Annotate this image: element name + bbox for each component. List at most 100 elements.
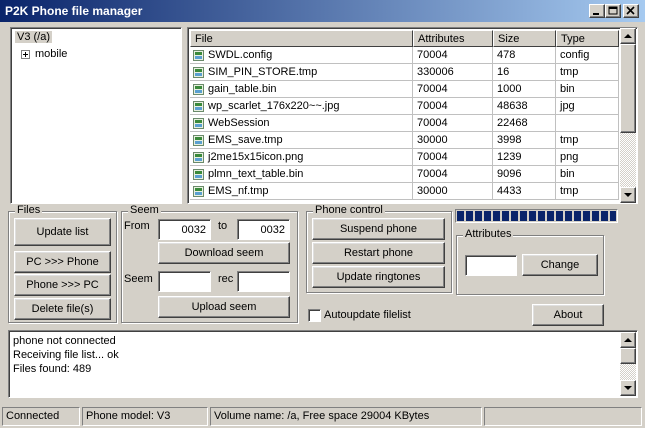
- file-table[interactable]: File Attributes Size Type SWDL.config 700…: [187, 27, 638, 204]
- expand-icon[interactable]: [21, 50, 30, 59]
- window-title: P2K Phone file manager: [5, 4, 143, 18]
- from-label: From: [124, 220, 150, 232]
- scroll-down-button[interactable]: [620, 187, 636, 203]
- arrow-up-icon: [624, 338, 632, 342]
- file-name-cell: SWDL.config: [190, 47, 413, 64]
- autoupdate-label[interactable]: Autoupdate filelist: [324, 309, 411, 321]
- folder-tree[interactable]: V3 (/a) mobile: [10, 27, 182, 204]
- file-size-cell: 1000: [493, 81, 556, 98]
- seem-label: Seem: [124, 273, 153, 285]
- file-size-cell: 22468: [493, 115, 556, 132]
- table-row[interactable]: j2me15x15icon.png 70004 1239 png: [190, 149, 619, 166]
- close-button[interactable]: [623, 4, 639, 18]
- column-header-type[interactable]: Type: [556, 30, 619, 47]
- delete-files-button[interactable]: Delete file(s): [14, 298, 111, 320]
- suspend-phone-button[interactable]: Suspend phone: [312, 218, 445, 240]
- file-name: SIM_PIN_STORE.tmp: [208, 66, 318, 78]
- file-icon: [193, 169, 204, 180]
- column-header-file[interactable]: File: [190, 30, 413, 47]
- file-type-cell: tmp: [556, 183, 619, 200]
- file-name: EMS_nf.tmp: [208, 185, 269, 197]
- file-name: EMS_save.tmp: [208, 134, 283, 146]
- file-attributes-cell: 70004: [413, 149, 493, 166]
- table-row[interactable]: wp_scarlet_176x220~~.jpg 70004 48638 jpg: [190, 98, 619, 115]
- table-row[interactable]: WebSession 70004 22468: [190, 115, 619, 132]
- file-type-cell: [556, 115, 619, 132]
- status-volume: Volume name: /a, Free space 29004 KBytes: [210, 407, 482, 426]
- phone-to-pc-button[interactable]: Phone >>> PC: [14, 274, 111, 296]
- file-type-cell: tmp: [556, 64, 619, 81]
- to-input[interactable]: [237, 219, 290, 240]
- file-name: wp_scarlet_176x220~~.jpg: [208, 100, 340, 112]
- from-input[interactable]: [158, 219, 211, 240]
- update-ringtones-button[interactable]: Update ringtones: [312, 266, 445, 288]
- file-name: SWDL.config: [208, 49, 273, 61]
- file-attributes-cell: 330006: [413, 64, 493, 81]
- log-line: Receiving file list... ok: [13, 349, 119, 361]
- table-scrollbar[interactable]: [620, 28, 636, 203]
- rec-label: rec: [218, 273, 234, 285]
- column-header-size[interactable]: Size: [493, 30, 556, 47]
- minimize-button[interactable]: [589, 4, 605, 18]
- file-name-cell: SIM_PIN_STORE.tmp: [190, 64, 413, 81]
- log-scroll-up-button[interactable]: [620, 332, 636, 348]
- file-type-cell: png: [556, 149, 619, 166]
- scroll-up-button[interactable]: [620, 28, 636, 44]
- table-row[interactable]: SWDL.config 70004 478 config: [190, 47, 619, 64]
- file-name: WebSession: [208, 117, 270, 129]
- file-name-cell: WebSession: [190, 115, 413, 132]
- seem-group-title: Seem: [128, 204, 161, 216]
- to-label: to: [218, 220, 228, 232]
- file-size-cell: 3998: [493, 132, 556, 149]
- column-header-attributes[interactable]: Attributes: [413, 30, 493, 47]
- log-line: Files found: 489: [13, 363, 92, 375]
- file-attributes-cell: 70004: [413, 81, 493, 98]
- table-header: File Attributes Size Type: [190, 30, 619, 47]
- upload-seem-button[interactable]: Upload seem: [158, 296, 290, 318]
- title-bar[interactable]: P2K Phone file manager: [0, 0, 645, 22]
- table-row[interactable]: EMS_nf.tmp 30000 4433 tmp: [190, 183, 619, 200]
- table-row[interactable]: plmn_text_table.bin 70004 9096 bin: [190, 166, 619, 183]
- file-name: gain_table.bin: [208, 83, 277, 95]
- table-row[interactable]: SIM_PIN_STORE.tmp 330006 16 tmp: [190, 64, 619, 81]
- update-list-button[interactable]: Update list: [14, 218, 111, 246]
- file-type-cell: bin: [556, 166, 619, 183]
- rec-input[interactable]: [237, 271, 290, 292]
- log-scroll-down-button[interactable]: [620, 380, 636, 396]
- arrow-down-icon: [624, 386, 632, 390]
- pc-to-phone-button[interactable]: PC >>> Phone: [14, 251, 111, 273]
- file-icon: [193, 50, 204, 61]
- file-name-cell: wp_scarlet_176x220~~.jpg: [190, 98, 413, 115]
- file-name-cell: j2me15x15icon.png: [190, 149, 413, 166]
- download-seem-button[interactable]: Download seem: [158, 242, 290, 264]
- maximize-button[interactable]: [605, 4, 621, 18]
- file-icon: [193, 135, 204, 146]
- file-icon: [193, 186, 204, 197]
- file-attributes-cell: 30000: [413, 132, 493, 149]
- log-panel[interactable]: phone not connected Receiving file list.…: [8, 330, 638, 398]
- change-attributes-button[interactable]: Change: [522, 254, 598, 276]
- seem-input[interactable]: [158, 271, 211, 292]
- status-phone-model: Phone model: V3: [82, 407, 208, 426]
- scroll-thumb[interactable]: [620, 44, 636, 133]
- file-size-cell: 1239: [493, 149, 556, 166]
- autoupdate-checkbox[interactable]: [308, 309, 321, 322]
- file-name: plmn_text_table.bin: [208, 168, 304, 180]
- progress-bar: [455, 209, 618, 223]
- file-icon: [193, 84, 204, 95]
- file-size-cell: 478: [493, 47, 556, 64]
- tree-item-label: mobile: [35, 48, 68, 60]
- log-scrollbar[interactable]: [620, 332, 636, 396]
- restart-phone-button[interactable]: Restart phone: [312, 242, 445, 264]
- tree-root-item[interactable]: V3 (/a): [15, 31, 53, 43]
- close-icon: [626, 6, 635, 15]
- phone-control-group-title: Phone control: [313, 204, 385, 216]
- table-row[interactable]: EMS_save.tmp 30000 3998 tmp: [190, 132, 619, 149]
- attributes-input[interactable]: [465, 255, 517, 276]
- maximize-icon: [608, 6, 618, 15]
- status-connection: Connected: [2, 407, 80, 426]
- table-row[interactable]: gain_table.bin 70004 1000 bin: [190, 81, 619, 98]
- progress-fill: [457, 211, 616, 221]
- about-button[interactable]: About: [532, 304, 604, 326]
- log-scroll-thumb[interactable]: [620, 348, 636, 364]
